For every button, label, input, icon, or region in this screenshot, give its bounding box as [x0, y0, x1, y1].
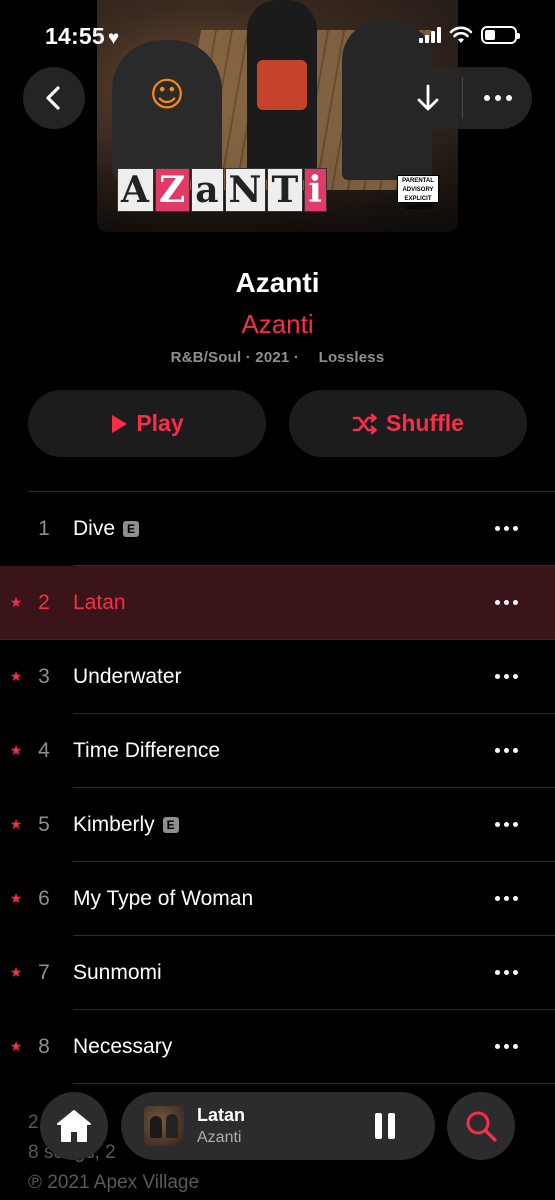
cover-logo-letter: a	[191, 168, 224, 212]
track-row[interactable]: ★ 2 Latan	[0, 566, 555, 640]
track-title: Sunmomi	[73, 961, 162, 985]
pause-button[interactable]	[375, 1113, 395, 1139]
track-number: 2	[38, 591, 50, 614]
track-title-text: Kimberly	[73, 813, 155, 836]
status-time-text: 14:55	[45, 23, 105, 49]
shuffle-icon	[352, 413, 377, 434]
track-more-button[interactable]	[495, 526, 518, 531]
chevron-left-icon	[46, 86, 60, 110]
download-button[interactable]	[393, 67, 462, 129]
cover-logo-letter: N	[224, 168, 267, 212]
track-title: Latan	[73, 591, 126, 615]
ellipsis-icon	[483, 95, 512, 101]
mini-player-artwork	[144, 1106, 184, 1146]
status-time: 14:55 ♥	[45, 23, 119, 50]
favorite-star-icon: ★	[9, 1038, 23, 1054]
track-title: Underwater	[73, 665, 182, 689]
track-number: 8	[38, 1035, 50, 1058]
track-more-button[interactable]	[495, 896, 518, 901]
album-meta-text: R&B/Soul · 2021 · Lossless	[170, 349, 385, 366]
track-title-text: Dive	[73, 517, 116, 540]
album-artist-link[interactable]: Azanti	[0, 309, 555, 340]
back-button[interactable]	[23, 67, 85, 129]
track-title: Time Difference	[73, 739, 220, 763]
cover-logo-letter: A	[117, 168, 154, 212]
track-number: 1	[38, 517, 50, 540]
track-title-text: Necessary	[73, 1035, 173, 1058]
track-row[interactable]: ★ 8 Necessary	[0, 1010, 555, 1084]
track-row[interactable]: ★ 4 Time Difference	[0, 714, 555, 788]
explicit-badge: E	[123, 521, 140, 537]
track-title: Dive E	[73, 517, 140, 541]
more-options-button[interactable]	[463, 67, 532, 129]
track-more-button[interactable]	[495, 674, 518, 679]
pause-icon	[388, 1113, 395, 1139]
download-icon	[417, 84, 438, 111]
track-row[interactable]: 1 Dive E	[0, 492, 555, 566]
track-title: Necessary	[73, 1035, 172, 1059]
status-icons	[419, 26, 520, 44]
battery-icon	[481, 26, 520, 44]
home-icon	[57, 1110, 91, 1142]
favorite-star-icon: ★	[9, 890, 23, 906]
row-separator	[73, 1083, 555, 1084]
track-title-text: My Type of Woman	[73, 887, 254, 910]
track-number: 4	[38, 739, 50, 762]
footer-copyright: ℗ 2021 Apex Village	[28, 1172, 200, 1193]
cover-logo: AZaNTi	[117, 168, 328, 212]
favorite-star-icon: ★	[9, 742, 23, 758]
home-button[interactable]	[40, 1092, 108, 1160]
track-list: 1 Dive E ★ 2 Latan ★ 3 Underwater ★ 4 Time Differen…	[0, 492, 555, 1084]
track-number: 3	[38, 665, 50, 688]
favorite-star-icon: ★	[9, 668, 23, 684]
track-more-button[interactable]	[495, 600, 518, 605]
track-number: 5	[38, 813, 50, 836]
cover-logo-letter: T	[267, 168, 304, 212]
mini-player[interactable]: Latan Azanti	[121, 1092, 435, 1160]
track-title-text: Time Difference	[73, 739, 221, 762]
track-row[interactable]: ★ 3 Underwater	[0, 640, 555, 714]
mini-player-title: Latan	[197, 1105, 246, 1125]
cover-logo-letter: i	[304, 168, 327, 212]
cover-logo-letter: Z	[154, 168, 191, 212]
track-title: Kimberly E	[73, 813, 179, 837]
pause-icon	[375, 1113, 382, 1139]
signal-icon	[419, 27, 441, 43]
track-number: 7	[38, 961, 50, 984]
status-bar: 14:55 ♥	[0, 20, 555, 54]
track-title: My Type of Woman	[73, 887, 253, 911]
track-more-button[interactable]	[495, 970, 518, 975]
track-title-text: Underwater	[73, 665, 182, 688]
track-row[interactable]: ★ 6 My Type of Woman	[0, 862, 555, 936]
play-label: Play	[136, 410, 184, 436]
heart-icon: ♥	[107, 28, 120, 49]
favorite-star-icon: ★	[9, 964, 23, 980]
explicit-badge: E	[162, 817, 179, 833]
mini-player-artist: Azanti	[197, 1129, 242, 1146]
track-more-button[interactable]	[495, 822, 518, 827]
shuffle-label: Shuffle	[386, 410, 464, 436]
shuffle-button[interactable]: Shuffle	[289, 390, 527, 457]
track-title-text: Sunmomi	[73, 961, 162, 984]
parental-advisory-label: PARENTAL ADVISORY EXPLICIT CONTENT	[397, 175, 439, 211]
track-number: 6	[38, 887, 50, 910]
favorite-star-icon: ★	[9, 816, 23, 832]
track-row[interactable]: ★ 5 Kimberly E	[0, 788, 555, 862]
cover-figure-shirt	[257, 60, 307, 110]
wifi-icon	[449, 26, 473, 43]
favorite-star-icon: ★	[9, 594, 23, 610]
play-button[interactable]: Play	[28, 390, 266, 457]
track-title-text: Latan	[73, 591, 126, 614]
album-meta: R&B/Soul · 2021 · Lossless	[0, 349, 555, 366]
track-more-button[interactable]	[495, 748, 518, 753]
track-more-button[interactable]	[495, 1044, 518, 1049]
album-title: Azanti	[235, 267, 320, 298]
search-button[interactable]	[447, 1092, 515, 1160]
search-icon	[466, 1111, 497, 1142]
track-row[interactable]: ★ 7 Sunmomi	[0, 936, 555, 1010]
cover-smiley: ☺	[149, 75, 185, 115]
play-icon	[112, 414, 128, 433]
header-actions	[393, 67, 532, 129]
